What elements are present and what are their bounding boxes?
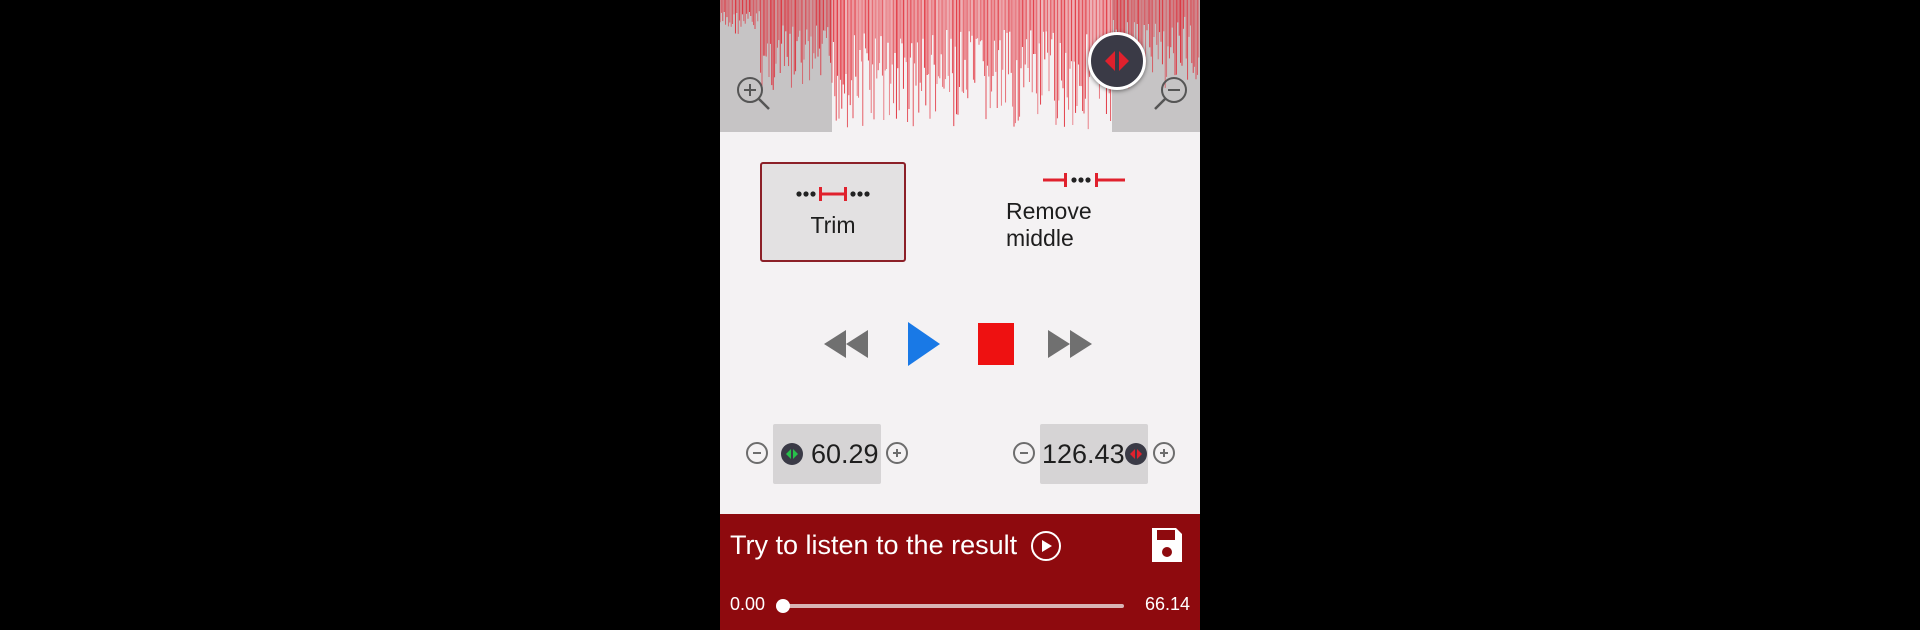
progress-track[interactable]	[782, 604, 1124, 608]
progress-thumb[interactable]	[776, 599, 790, 613]
trim-mode-button[interactable]: Trim	[760, 162, 906, 262]
start-increase-button[interactable]	[886, 442, 908, 464]
start-time-value: 60.29	[811, 438, 879, 469]
start-decrease-button[interactable]	[746, 442, 768, 464]
play-icon[interactable]	[902, 314, 942, 374]
try-listen-label: Try to listen to the result	[730, 530, 1018, 560]
try-listen-button[interactable]: Try to listen to the result	[730, 530, 1062, 561]
remove-middle-mode-button[interactable]: Remove middle	[1006, 162, 1162, 262]
audio-trimmer-screen: Trim Remove middle 60.29 126.43 Try to l…	[720, 0, 1200, 630]
remove-middle-mode-label: Remove middle	[1006, 198, 1092, 251]
waveform-view[interactable]	[720, 0, 1200, 132]
play-circle-icon	[1031, 530, 1062, 561]
total-time: 66.14	[1144, 594, 1190, 614]
rewind-icon[interactable]	[822, 314, 870, 374]
end-time-field[interactable]: 126.43	[1040, 424, 1148, 484]
selection-time-row: 60.29 126.43	[720, 424, 1200, 484]
plus-icon	[893, 449, 901, 457]
end-time-value: 126.43	[1042, 438, 1125, 469]
current-time: 0.00	[730, 594, 766, 614]
playback-controls	[720, 314, 1200, 374]
zoom-out-icon[interactable]	[1150, 74, 1190, 114]
end-marker-icon	[1124, 443, 1147, 465]
trim-mode-icon	[796, 186, 870, 201]
start-marker-icon	[781, 443, 803, 465]
trim-mode-label: Trim	[810, 211, 856, 238]
preview-progress: 0.00 66.14	[720, 584, 1200, 624]
marker-handle-icon[interactable]	[1088, 32, 1146, 90]
minus-icon	[753, 452, 761, 454]
end-increase-button[interactable]	[1153, 442, 1175, 464]
remove-middle-mode-icon	[1043, 173, 1125, 187]
plus-icon	[1160, 449, 1168, 457]
save-icon[interactable]	[1150, 526, 1184, 564]
preview-bar: Try to listen to the result 0.00 66.14	[720, 514, 1200, 630]
zoom-in-icon[interactable]	[734, 74, 774, 114]
end-decrease-button[interactable]	[1013, 442, 1035, 464]
minus-icon	[1020, 452, 1028, 454]
stop-icon[interactable]	[978, 314, 1014, 374]
fast-forward-icon[interactable]	[1046, 314, 1094, 374]
start-time-field[interactable]: 60.29	[773, 424, 881, 484]
